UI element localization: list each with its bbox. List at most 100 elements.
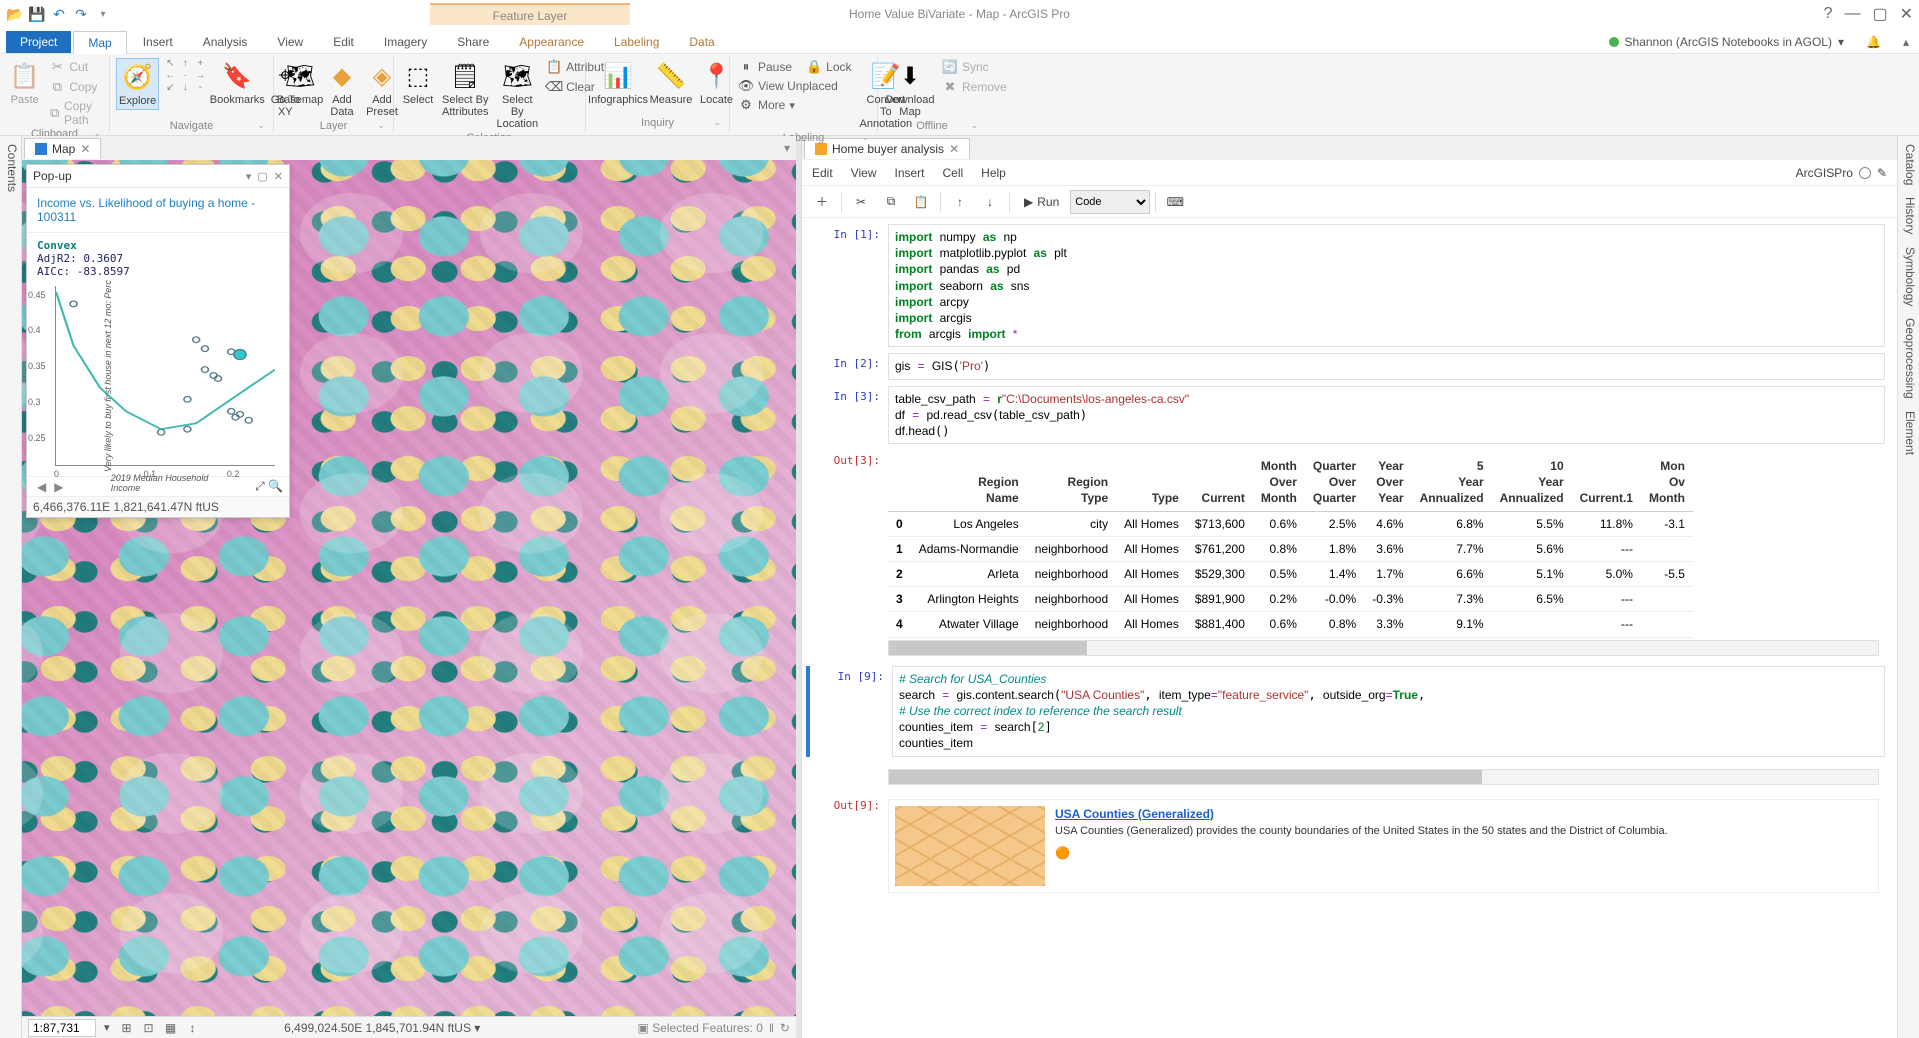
nb-copy-cell[interactable]: ⧉ [877,189,905,215]
contents-dock-tab[interactable]: Contents [0,136,22,1038]
nb-menu-view[interactable]: View [851,166,877,180]
status-icon-dyntext[interactable]: ↕ [184,1021,202,1035]
view-unplaced-button[interactable]: 👁View Unplaced [736,77,854,95]
popup-chart: Very likely to buy first house in next 1… [55,286,275,466]
tab-insert[interactable]: Insert [129,31,187,53]
nb-menu-insert[interactable]: Insert [894,166,924,180]
nav-arrows[interactable]: ↖↑+ ←·→ ↙↓- [163,58,207,93]
tab-analysis[interactable]: Analysis [189,31,262,53]
explore-button[interactable]: 🧭Explore [116,58,159,110]
copy-path-button[interactable]: ⧉Copy Path [47,98,103,128]
refresh-button[interactable]: ‖ [769,1021,774,1035]
measure-button[interactable]: 📏Measure [648,58,694,108]
tab-view[interactable]: View [263,31,317,53]
collapse-ribbon[interactable]: ▴ [1893,31,1919,53]
scale-input[interactable] [28,1019,96,1037]
tab-data[interactable]: Data [675,31,728,53]
select-loc-icon: 🗺 [501,60,533,92]
dock-geoprocessing[interactable]: Geoprocessing [1900,318,1917,399]
prompt-out9: Out[9]: [806,795,888,897]
tab-appearance[interactable]: Appearance [505,31,598,53]
group-layer: Layer [280,120,387,133]
undo-icon[interactable]: ↶ [50,5,68,23]
nb-menu-help[interactable]: Help [981,166,1006,180]
item-type-icon: 🟠 [1055,845,1668,861]
item-link[interactable]: USA Counties (Generalized) [1055,806,1668,822]
popup-dropdown[interactable]: ▾ [246,170,252,183]
nb-move-down[interactable]: ↓ [976,189,1004,215]
in9-hscroll[interactable] [888,769,1879,785]
add-data-button[interactable]: ◆Add Data [324,58,360,120]
nb-move-up[interactable]: ↑ [946,189,974,215]
sync-button[interactable]: 🔄Sync [940,58,1009,76]
dock-history[interactable]: History [1900,197,1917,234]
status-icon-constraints[interactable]: ⊞ [118,1021,136,1035]
group-navigate: Navigate [116,120,267,133]
select-by-loc-button[interactable]: 🗺Select By Location [494,58,540,132]
cell-in3[interactable]: table_csv_path = r"C:\Documents\los-ange… [888,386,1885,445]
cell-in1[interactable]: import numpy as np import matplotlib.pyp… [888,224,1885,347]
cell-in9[interactable]: # Search for USA_Counties search = gis.c… [892,666,1885,757]
pause-label-button[interactable]: ⏸Pause 🔒Lock [736,58,854,76]
df-hscroll[interactable] [888,640,1879,656]
popup-close[interactable]: ✕ [274,170,283,183]
popup-dock[interactable]: ▢ [257,170,267,183]
nb-celltype-select[interactable]: Code [1070,190,1150,214]
tab-labeling[interactable]: Labeling [600,31,673,53]
remove-button[interactable]: ✖Remove [940,78,1009,96]
minimize-button[interactable]: — [1844,5,1860,23]
pause-draw-button[interactable]: ↻ [780,1021,790,1035]
basemap-button[interactable]: 🗺Basemap [280,58,320,108]
popup-prev[interactable]: ◀ [33,480,50,494]
dock-element[interactable]: Element [1900,411,1917,455]
tab-imagery[interactable]: Imagery [370,31,441,53]
nb-menu-edit[interactable]: Edit [812,166,833,180]
dock-catalog[interactable]: Catalog [1900,144,1917,185]
status-icon-grid[interactable]: ▦ [162,1021,180,1035]
notifications-icon[interactable]: 🔔 [1856,31,1891,53]
popup-identify[interactable]: 🔍 [268,479,283,493]
kernel-status-icon [1859,167,1871,179]
copy-button[interactable]: ⧉Copy [47,78,103,96]
infographics-button[interactable]: 📊Infographics [592,58,644,108]
help-icon[interactable]: ? [1824,5,1833,23]
close-notebook-tab[interactable]: ✕ [949,142,959,156]
select-by-attr-button[interactable]: 🗒Select By Attributes [440,58,490,120]
nb-add-cell[interactable]: ＋ [808,189,836,215]
cut-button[interactable]: ✂Cut [47,58,103,76]
nb-menu-cell[interactable]: Cell [943,166,964,180]
nb-cut-cell[interactable]: ✂ [847,189,875,215]
popup-zoom[interactable]: ⤢ [255,479,265,493]
paste-button[interactable]: 📋Paste [6,58,43,108]
restore-button[interactable]: ▢ [1872,4,1887,24]
cell-in2[interactable]: gis = GIS('Pro') [888,353,1885,379]
bookmarks-button[interactable]: 🔖Bookmarks [211,58,263,108]
download-map-button[interactable]: ⬇Download Map [884,58,936,120]
close-button[interactable]: ✕ [1900,4,1913,24]
right-dock-tabs[interactable]: Catalog History Symbology Geoprocessing … [1897,136,1919,1038]
save-icon[interactable]: 💾 [28,5,46,23]
more-labeling-button[interactable]: ⚙More ▾ [736,96,854,114]
nb-run[interactable]: ▶ Run [1015,189,1068,215]
kernel-edit[interactable]: ✎ [1877,166,1887,180]
popup-next[interactable]: ▶ [50,480,67,494]
tab-share[interactable]: Share [443,31,503,53]
basemap-icon: 🗺 [284,60,316,92]
tab-edit[interactable]: Edit [319,31,368,53]
nb-keyboard[interactable]: ⌨ [1161,189,1189,215]
close-map-tab[interactable]: ✕ [80,142,90,156]
map-icon [35,143,47,155]
tab-project[interactable]: Project [6,31,71,53]
map-view-tab[interactable]: Map✕ [24,138,101,159]
tab-map[interactable]: Map [73,31,126,54]
redo-icon[interactable]: ↷ [72,5,90,23]
folder-open-icon[interactable]: 📂 [6,5,24,23]
select-button[interactable]: ⬚Select [400,58,436,108]
status-icon-snapping[interactable]: ⊡ [140,1021,158,1035]
map-canvas[interactable]: Pop-up ▾ ▢ ✕ Income vs. Likelihood of bu… [22,160,796,1016]
qat-menu[interactable]: ▾ [94,5,112,23]
user-account[interactable]: Shannon (ArcGIS Notebooks in AGOL) ▾ [1599,31,1854,53]
dock-symbology[interactable]: Symbology [1900,247,1917,306]
nb-paste-cell[interactable]: 📋 [907,189,935,215]
view-menu-dropdown[interactable]: ▾ [778,141,796,155]
